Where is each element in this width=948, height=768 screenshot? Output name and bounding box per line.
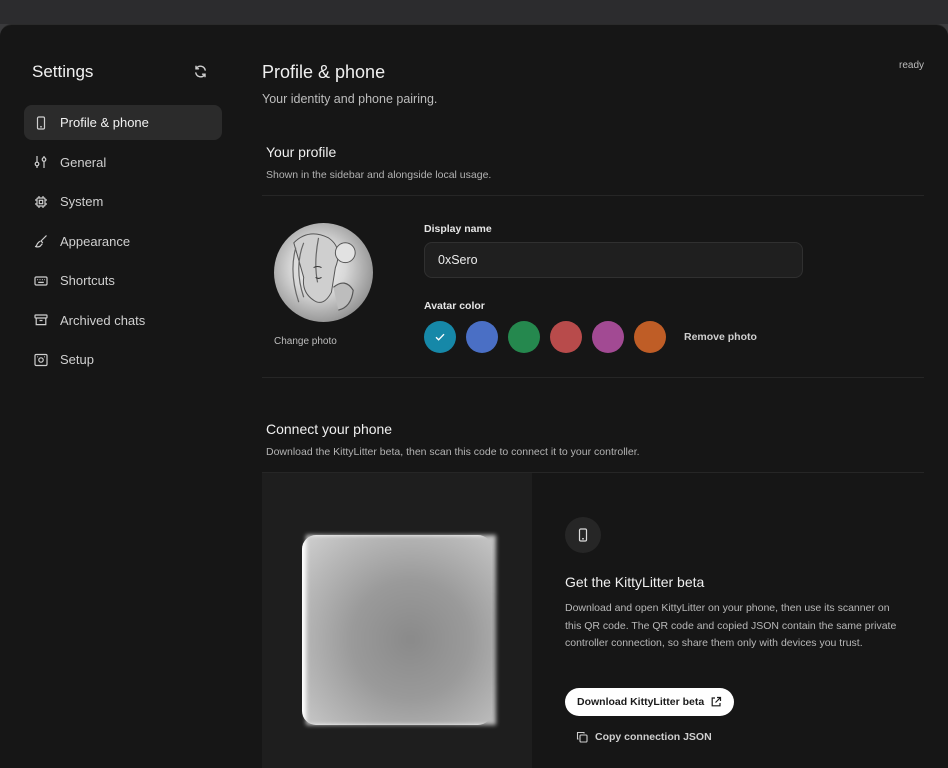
avatar-color-label: Avatar color [424, 300, 485, 312]
color-swatch-orange[interactable] [634, 321, 666, 353]
check-icon [435, 333, 445, 341]
remove-photo-button[interactable]: Remove photo [684, 331, 757, 343]
sidebar-item-general[interactable]: General [24, 145, 222, 180]
page-subtitle: Your identity and phone pairing. [262, 92, 438, 106]
profile-section-subtitle: Shown in the sidebar and alongside local… [266, 169, 492, 181]
phone-section-subtitle: Download the KittyLitter beta, then scan… [266, 446, 640, 458]
sidebar-item-label: System [60, 194, 104, 209]
avatar[interactable] [274, 223, 373, 322]
divider [262, 377, 924, 378]
color-swatch-red[interactable] [550, 321, 582, 353]
color-swatch-green[interactable] [508, 321, 540, 353]
sidebar-item-profile-phone[interactable]: Profile & phone [24, 105, 222, 140]
sidebar-title: Settings [32, 62, 94, 81]
change-photo-button[interactable]: Change photo [274, 336, 337, 347]
copy-icon [576, 731, 588, 743]
sidebar-item-system[interactable]: System [24, 184, 222, 219]
window-titlebar [0, 0, 948, 24]
page-title: Profile & phone [262, 62, 386, 82]
settings-window: Settings Profile & phone General System … [0, 24, 948, 768]
keyboard-icon [34, 274, 48, 288]
archive-icon [34, 313, 48, 327]
brush-icon [34, 234, 48, 248]
sidebar-item-label: Shortcuts [60, 273, 115, 288]
download-beta-label: Download KittyLitter beta [577, 696, 705, 708]
sidebar-item-shortcuts[interactable]: Shortcuts [24, 263, 222, 298]
copy-json-label: Copy connection JSON [595, 731, 712, 743]
external-link-icon [711, 696, 722, 707]
phone-icon [565, 517, 601, 553]
color-swatch-teal[interactable] [424, 321, 456, 353]
download-beta-button[interactable]: Download KittyLitter beta [565, 688, 735, 716]
sidebar-item-label: Profile & phone [60, 115, 149, 130]
qr-panel [262, 473, 532, 768]
sidebar-item-label: Appearance [60, 233, 131, 249]
sidebar-item-label: Setup [60, 352, 94, 367]
sidebar-item-archived-chats[interactable]: Archived chats [24, 303, 222, 338]
phone-section-title: Connect your phone [266, 421, 393, 437]
sidebar-item-appearance[interactable]: Appearance [24, 224, 222, 259]
refresh-icon[interactable] [193, 64, 208, 79]
sidebar-item-label: General [60, 154, 107, 170]
color-swatch-magenta[interactable] [592, 321, 624, 353]
main-content: ready Profile & phone Your identity and … [240, 25, 948, 768]
phone-icon [34, 115, 48, 130]
info-title: Get the KittyLitter beta [565, 574, 705, 590]
profile-section-title: Your profile [266, 144, 337, 160]
info-body: Download and open KittyLitter on your ph… [565, 602, 897, 649]
sidebar: Settings Profile & phone General System … [0, 25, 240, 768]
divider [262, 195, 924, 196]
sidebar-nav: Profile & phone General System Appearanc… [24, 105, 222, 382]
sidebar-item-setup[interactable]: Setup [24, 342, 222, 377]
chip-icon [34, 195, 48, 209]
qr-code [306, 535, 496, 725]
color-swatch-blue[interactable] [466, 321, 498, 353]
sliders-icon [34, 155, 48, 169]
sidebar-item-label: Archived chats [60, 312, 146, 328]
setup-icon [34, 353, 48, 367]
phone-info-panel: Get the KittyLitter beta Download and op… [532, 473, 924, 768]
avatar-color-swatches [424, 321, 676, 353]
status-label: ready [898, 60, 924, 71]
display-name-label: Display name [424, 223, 492, 235]
display-name-input[interactable] [424, 242, 803, 278]
copy-json-button[interactable]: Copy connection JSON [576, 731, 712, 743]
